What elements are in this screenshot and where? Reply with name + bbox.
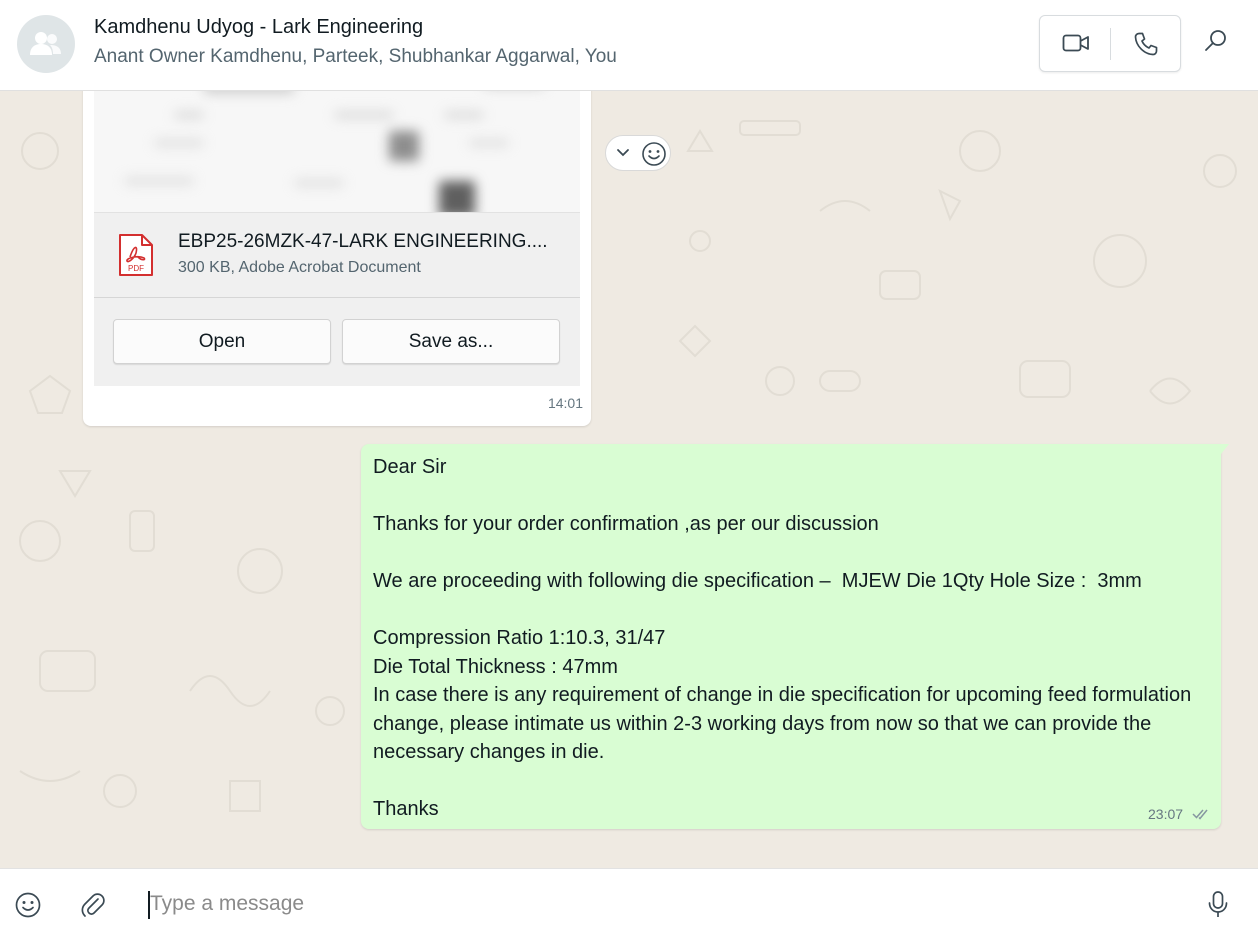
- document-file-name: EBP25-26MZK-47-LARK ENGINEERING....: [178, 231, 548, 252]
- save-as-button[interactable]: Save as...: [342, 319, 560, 364]
- phone-icon: [1134, 32, 1158, 56]
- message-input[interactable]: [148, 887, 1170, 921]
- chat-participants[interactable]: Anant Owner Kamdhenu, Parteek, Shubhanka…: [94, 46, 617, 68]
- message-list[interactable]: PDF EBP25-26MZK-47-LARK ENGINEERING.... …: [0, 91, 1258, 868]
- chat-header: Kamdhenu Udyog - Lark Engineering Anant …: [0, 0, 1258, 91]
- message-timestamp: 14:01: [547, 395, 583, 411]
- call-button-group: [1039, 15, 1181, 72]
- smiley-icon[interactable]: [641, 141, 667, 167]
- svg-text:PDF: PDF: [128, 264, 144, 273]
- video-call-button[interactable]: [1040, 16, 1110, 71]
- voice-call-button[interactable]: [1111, 16, 1181, 71]
- video-camera-icon: [1062, 34, 1089, 52]
- document-preview[interactable]: [94, 91, 580, 212]
- group-icon: [30, 32, 61, 55]
- search-icon: [1205, 30, 1226, 51]
- group-avatar[interactable]: [17, 15, 75, 73]
- document-file-meta: 300 KB, Adobe Acrobat Document: [178, 259, 421, 276]
- message-actions-pill[interactable]: [605, 135, 671, 171]
- microphone-icon: [1208, 891, 1228, 917]
- chat-title[interactable]: Kamdhenu Udyog - Lark Engineering: [94, 16, 423, 39]
- outgoing-message[interactable]: Dear Sir Thanks for your order confirmat…: [361, 444, 1221, 829]
- message-timestamp: 23:07: [1148, 806, 1184, 822]
- search-button[interactable]: [1203, 28, 1235, 60]
- chevron-down-icon[interactable]: [616, 148, 630, 158]
- open-document-button[interactable]: Open: [113, 319, 331, 364]
- message-composer: [0, 868, 1258, 937]
- paperclip-icon: [81, 893, 105, 917]
- incoming-document-message[interactable]: PDF EBP25-26MZK-47-LARK ENGINEERING.... …: [83, 91, 591, 426]
- pdf-icon: PDF: [119, 234, 153, 276]
- double-check-icon: [1192, 809, 1208, 820]
- emoji-button[interactable]: [14, 891, 42, 924]
- attach-button[interactable]: [80, 891, 106, 924]
- emoji-icon: [15, 892, 41, 918]
- document-info[interactable]: PDF EBP25-26MZK-47-LARK ENGINEERING.... …: [94, 212, 580, 298]
- voice-message-button[interactable]: [1205, 890, 1231, 925]
- text-caret: [148, 891, 150, 919]
- bubble-tail: [1221, 444, 1229, 454]
- message-text: Dear Sir Thanks for your order confirmat…: [373, 456, 1192, 820]
- document-actions: Open Save as...: [94, 298, 580, 386]
